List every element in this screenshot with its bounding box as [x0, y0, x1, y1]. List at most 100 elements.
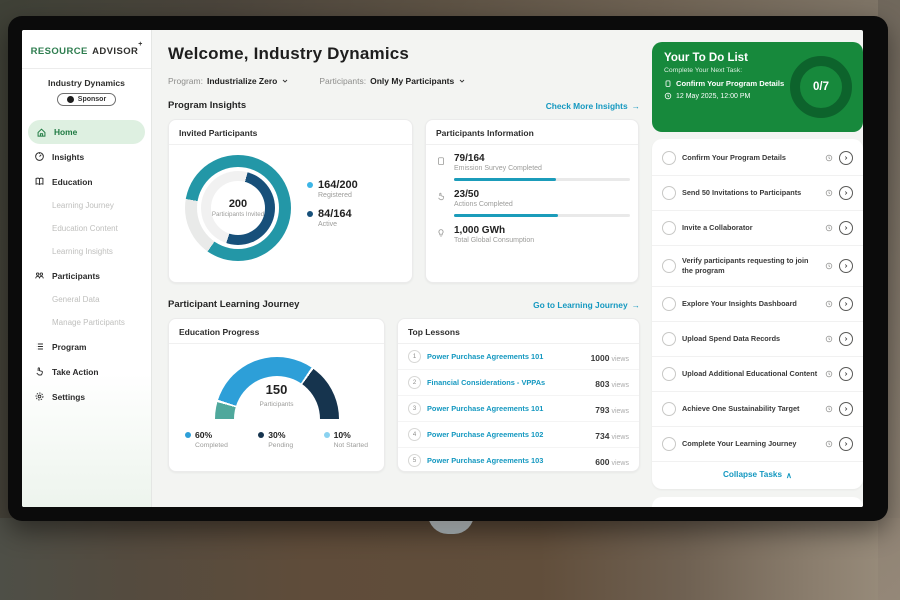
sidebar-item-participants[interactable]: Participants — [22, 263, 151, 288]
go-to-learning-journey-label: Go to Learning Journey — [533, 300, 627, 310]
task-checkbox[interactable] — [662, 221, 676, 235]
clock-icon — [825, 440, 833, 448]
task-checkbox[interactable] — [662, 367, 676, 381]
sidebar-item-general-data[interactable]: General Data — [22, 288, 151, 311]
task-label: Complete Your Learning Journey — [682, 439, 819, 449]
sidebar-item-label: General Data — [52, 295, 100, 304]
org-name: Industry Dynamics — [26, 78, 147, 88]
task-open-button[interactable] — [839, 402, 853, 416]
participants-information-title: Participants Information — [426, 120, 638, 145]
task-label: Upload Additional Educational Content — [682, 369, 819, 379]
chevron-right-icon — [843, 155, 849, 161]
sidebar-item-education[interactable]: Education — [22, 169, 151, 194]
legend-registered: 164/200 Registered — [307, 179, 358, 199]
sidebar-item-settings[interactable]: Settings — [22, 384, 151, 409]
views-label: views — [611, 356, 629, 363]
task-row-send-invitations[interactable]: Send 50 Invitations to Participants — [652, 176, 863, 211]
collapse-tasks-link[interactable]: Collapse Tasks ∧ — [652, 462, 863, 487]
lesson-link[interactable]: Power Purchase Agreements 102 — [427, 430, 589, 439]
lesson-link[interactable]: Power Purchase Agreements 101 — [427, 404, 589, 413]
task-row-confirm-program[interactable]: Confirm Your Program Details — [652, 141, 863, 176]
task-row-upload-spend-data[interactable]: Upload Spend Data Records — [652, 322, 863, 357]
task-checkbox[interactable] — [662, 402, 676, 416]
sidebar-item-label: Program — [52, 342, 86, 352]
logo-text-resource: RESOURCE — [31, 46, 88, 57]
sidebar-item-manage-participants[interactable]: Manage Participants — [22, 311, 151, 334]
sidebar-item-insights[interactable]: Insights — [22, 144, 151, 169]
task-row-explore-insights[interactable]: Explore Your Insights Dashboard — [652, 287, 863, 322]
invited-participants-title: Invited Participants — [169, 120, 412, 145]
task-checkbox[interactable] — [662, 437, 676, 451]
views-label: views — [611, 460, 629, 467]
task-row-upload-educational-content[interactable]: Upload Additional Educational Content — [652, 357, 863, 392]
lesson-rank: 4 — [408, 428, 421, 441]
sidebar-item-home[interactable]: Home — [28, 120, 145, 144]
todo-summary-card: Your To Do List Complete Your Next Task:… — [652, 42, 863, 132]
task-checkbox[interactable] — [662, 297, 676, 311]
learning-cards-row: Education Progress 150 Participants 60% … — [168, 318, 640, 472]
sidebar-item-label: Home — [54, 127, 77, 137]
clipboard-icon — [664, 79, 672, 88]
task-open-button[interactable] — [839, 332, 853, 346]
task-open-button[interactable] — [839, 437, 853, 451]
sidebar-item-learning-journey[interactable]: Learning Journey — [22, 194, 151, 217]
lesson-link[interactable]: Power Purchase Agreements 101 — [427, 352, 585, 361]
clock-icon — [825, 154, 833, 162]
participants-filter-dropdown[interactable]: Participants: Only My Participants — [319, 76, 466, 86]
survey-clipboard-icon — [436, 155, 446, 167]
gauge-center-value: 150 — [215, 382, 339, 397]
task-checkbox[interactable] — [662, 186, 676, 200]
gauge-legend: 60% Completed 30% Pending 10% Not Starte… — [169, 430, 384, 449]
participants-filter-label: Participants: — [319, 76, 366, 86]
task-open-button[interactable] — [839, 259, 853, 273]
energy-bulb-icon — [436, 227, 446, 239]
sidebar-item-program[interactable]: Program — [22, 334, 151, 359]
sidebar-item-label: Education — [52, 177, 92, 187]
app-logo: RESOURCE ADVISOR+ — [22, 30, 151, 69]
sidebar-item-take-action[interactable]: Take Action — [22, 359, 151, 384]
task-open-button[interactable] — [839, 367, 853, 381]
lesson-rank: 5 — [408, 454, 421, 467]
lesson-row: 5 Power Purchase Agreements 103 600views — [398, 448, 639, 473]
check-more-insights-link[interactable]: Check More Insights → — [546, 101, 640, 111]
program-filter-dropdown[interactable]: Program: Industrialize Zero — [168, 76, 289, 86]
lesson-link[interactable]: Financial Considerations - VPPAs — [427, 378, 589, 387]
sidebar-item-education-content[interactable]: Education Content — [22, 217, 151, 240]
legend-completed: 60% Completed — [185, 430, 228, 449]
task-checkbox[interactable] — [662, 259, 676, 273]
clock-icon — [825, 300, 833, 308]
progress-fill — [454, 178, 556, 181]
learning-journey-title: Participant Learning Journey — [168, 299, 299, 310]
lesson-views: 793 — [595, 405, 609, 415]
donut-gap: 200 Participants Invited — [197, 167, 279, 249]
todo-next-task-label: Confirm Your Program Details — [676, 79, 784, 88]
task-open-button[interactable] — [839, 297, 853, 311]
participants-filter-value: Only My Participants — [370, 76, 454, 86]
lesson-row: 3 Power Purchase Agreements 101 793views — [398, 396, 639, 422]
task-open-button[interactable] — [839, 221, 853, 235]
lesson-link[interactable]: Power Purchase Agreements 103 — [427, 456, 589, 465]
go-to-learning-journey-link[interactable]: Go to Learning Journey → — [533, 300, 640, 310]
program-insights-header: Program Insights Check More Insights → — [168, 100, 640, 111]
stat-row-emission-survey: 79/164 Emission Survey Completed — [426, 145, 638, 181]
completed-dot-icon — [185, 432, 191, 438]
not-started-dot-icon — [324, 432, 330, 438]
task-checkbox[interactable] — [662, 332, 676, 346]
progress-track — [454, 178, 630, 181]
task-checkbox[interactable] — [662, 151, 676, 165]
task-open-button[interactable] — [839, 186, 853, 200]
education-progress-title: Education Progress — [169, 319, 384, 344]
sidebar-item-label: Take Action — [52, 367, 99, 377]
insights-icon — [34, 151, 45, 162]
views-label: views — [611, 382, 629, 389]
sidebar-item-learning-insights[interactable]: Learning Insights — [22, 240, 151, 263]
donut-legend: 164/200 Registered 84/164 Active — [307, 179, 358, 237]
lesson-row: 1 Power Purchase Agreements 101 1000view… — [398, 344, 639, 370]
task-row-verify-participants[interactable]: Verify participants requesting to join t… — [652, 246, 863, 287]
task-row-complete-learning-journey[interactable]: Complete Your Learning Journey — [652, 427, 863, 462]
task-open-button[interactable] — [839, 151, 853, 165]
org-block: Industry Dynamics Sponsor — [22, 69, 151, 112]
task-row-achieve-target[interactable]: Achieve One Sustainability Target — [652, 392, 863, 427]
task-row-invite-collaborator[interactable]: Invite a Collaborator — [652, 211, 863, 246]
stat-value: 1,000 GWh — [454, 225, 534, 236]
